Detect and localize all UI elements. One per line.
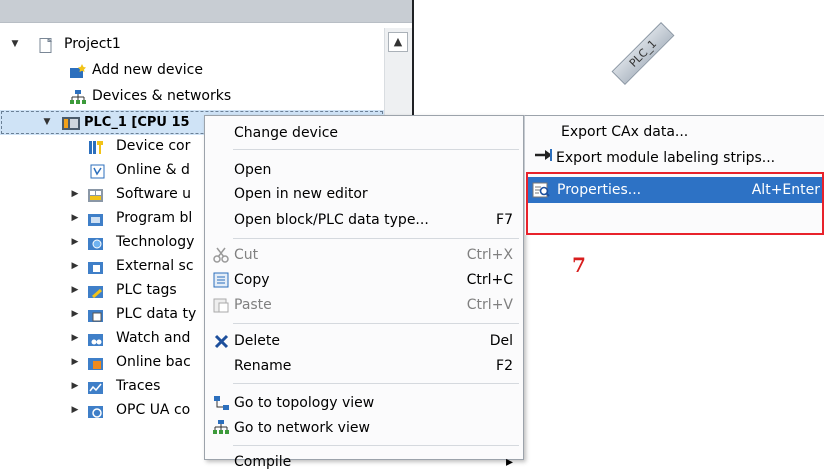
device-config-icon <box>88 139 104 154</box>
scroll-up-icon[interactable]: ▲ <box>388 32 408 52</box>
expand-right-icon[interactable]: ▶ <box>70 350 80 375</box>
tree-item-label: Traces <box>116 378 161 394</box>
expand-right-icon[interactable]: ▶ <box>70 206 80 231</box>
copy-icon <box>213 272 230 288</box>
menu-item-delete[interactable]: Delete Del <box>205 329 523 353</box>
expand-right-icon[interactable]: ▶ <box>70 278 80 303</box>
tree-item-project1[interactable]: ▼ Project1 <box>0 32 384 57</box>
tree-item-label: PLC tags <box>116 282 177 298</box>
menu-item-compile[interactable]: Compile ▸ <box>205 450 523 474</box>
export-arrow-icon <box>534 146 556 170</box>
opcua-icon <box>88 403 104 418</box>
menu-item-change-device[interactable]: Change device <box>205 121 523 145</box>
expand-right-icon[interactable]: ▶ <box>70 398 80 423</box>
network-icon <box>70 89 86 104</box>
external-source-icon <box>88 259 104 274</box>
tree-item-label: Online bac <box>116 354 191 370</box>
expand-right-icon[interactable]: ▶ <box>70 254 80 279</box>
tree-item-label: Devices & networks <box>92 88 232 104</box>
online-backup-icon <box>88 355 104 370</box>
menu-separator <box>233 323 519 324</box>
plc-tags-icon <box>88 283 104 299</box>
highlight-box <box>526 172 824 235</box>
expand-down-icon[interactable]: ▼ <box>42 110 52 135</box>
menu-item-open-new-editor[interactable]: Open in new editor <box>205 182 523 206</box>
tree-item-devices-networks[interactable]: Devices & networks <box>0 84 384 109</box>
network-view-icon <box>213 420 230 436</box>
cut-icon <box>213 247 230 263</box>
shortcut-label: Ctrl+X <box>466 247 513 263</box>
menu-item-export-labeling-strips[interactable]: Export module labeling strips... <box>534 146 775 170</box>
menu-item-paste[interactable]: Paste Ctrl+V <box>205 293 523 317</box>
menu-item-open-block[interactable]: Open block/PLC data type... F7 <box>205 208 523 232</box>
expand-right-icon[interactable]: ▶ <box>70 326 80 351</box>
tree-item-label: External sc <box>116 258 194 274</box>
tree-header-bar <box>0 0 414 23</box>
plc-datatype-icon <box>88 307 104 322</box>
shortcut-label: Ctrl+V <box>466 297 513 313</box>
tree-item-label: Device cor <box>116 138 191 154</box>
menu-separator <box>233 238 519 239</box>
menu-item-export-cax[interactable]: Export CAx data... <box>561 120 688 144</box>
tree-item-label: Software u <box>116 186 192 202</box>
technology-icon <box>88 235 104 250</box>
chevron-right-icon: ▸ <box>505 454 513 470</box>
traces-icon <box>88 379 104 394</box>
step-number: 7 <box>572 253 586 277</box>
expand-right-icon[interactable]: ▶ <box>70 182 80 207</box>
menu-separator <box>233 445 519 446</box>
shortcut-label: Del <box>489 333 513 349</box>
tree-item-label: OPC UA co <box>116 402 191 418</box>
software-units-icon <box>88 187 104 202</box>
project-icon <box>38 37 54 53</box>
menu-item-open[interactable]: Open <box>205 158 523 182</box>
program-blocks-icon <box>88 211 104 226</box>
paste-icon <box>213 297 230 313</box>
expand-right-icon[interactable]: ▶ <box>70 230 80 255</box>
menu-item-topology-view[interactable]: Go to topology view <box>205 391 523 415</box>
delete-icon <box>213 333 230 349</box>
tree-item-label: Technology <box>116 234 195 250</box>
expand-down-icon[interactable]: ▼ <box>10 32 20 57</box>
tree-item-label: Program bl <box>116 210 193 226</box>
online-diag-icon <box>90 163 106 179</box>
expand-right-icon[interactable]: ▶ <box>70 374 80 399</box>
menu-separator <box>233 383 519 384</box>
menu-separator <box>233 149 519 150</box>
shortcut-label: Ctrl+C <box>466 272 513 288</box>
tree-item-label: Project1 <box>64 36 121 52</box>
tree-item-label: PLC data ty <box>116 306 197 322</box>
shortcut-label: F7 <box>496 212 513 228</box>
tree-item-label: Online & d <box>116 162 190 178</box>
menu-item-cut[interactable]: Cut Ctrl+X <box>205 243 523 267</box>
topology-icon <box>213 395 230 411</box>
menu-item-rename[interactable]: Rename F2 <box>205 354 523 378</box>
tree-item-label: Add new device <box>92 62 203 78</box>
add-device-icon <box>70 63 86 78</box>
plc-icon <box>62 115 80 130</box>
watch-table-icon <box>88 331 104 346</box>
tree-item-label: PLC_1 [CPU 15 <box>84 115 190 130</box>
context-menu: Change device Open Open in new editor Op… <box>204 115 524 470</box>
menu-item-copy[interactable]: Copy Ctrl+C <box>205 268 523 292</box>
tree-item-label: Watch and <box>116 330 191 346</box>
menu-item-network-view[interactable]: Go to network view <box>205 416 523 440</box>
tree-item-add-new-device[interactable]: Add new device <box>0 58 384 83</box>
expand-right-icon[interactable]: ▶ <box>70 302 80 327</box>
shortcut-label: F2 <box>496 358 513 374</box>
plc-device-badge[interactable]: PLC_1 <box>611 22 675 85</box>
